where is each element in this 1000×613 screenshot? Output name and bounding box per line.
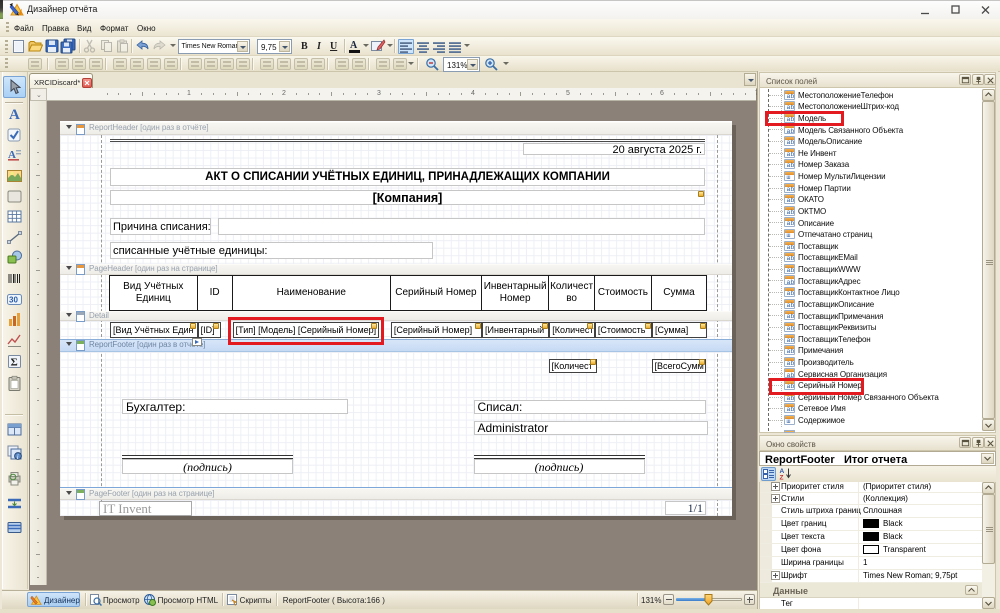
svg-text:Σ: Σ xyxy=(11,357,18,369)
svg-text:A: A xyxy=(9,107,20,122)
svg-text:30: 30 xyxy=(9,296,18,305)
svg-text:Z: Z xyxy=(780,475,784,481)
svg-text:i: i xyxy=(17,453,19,461)
